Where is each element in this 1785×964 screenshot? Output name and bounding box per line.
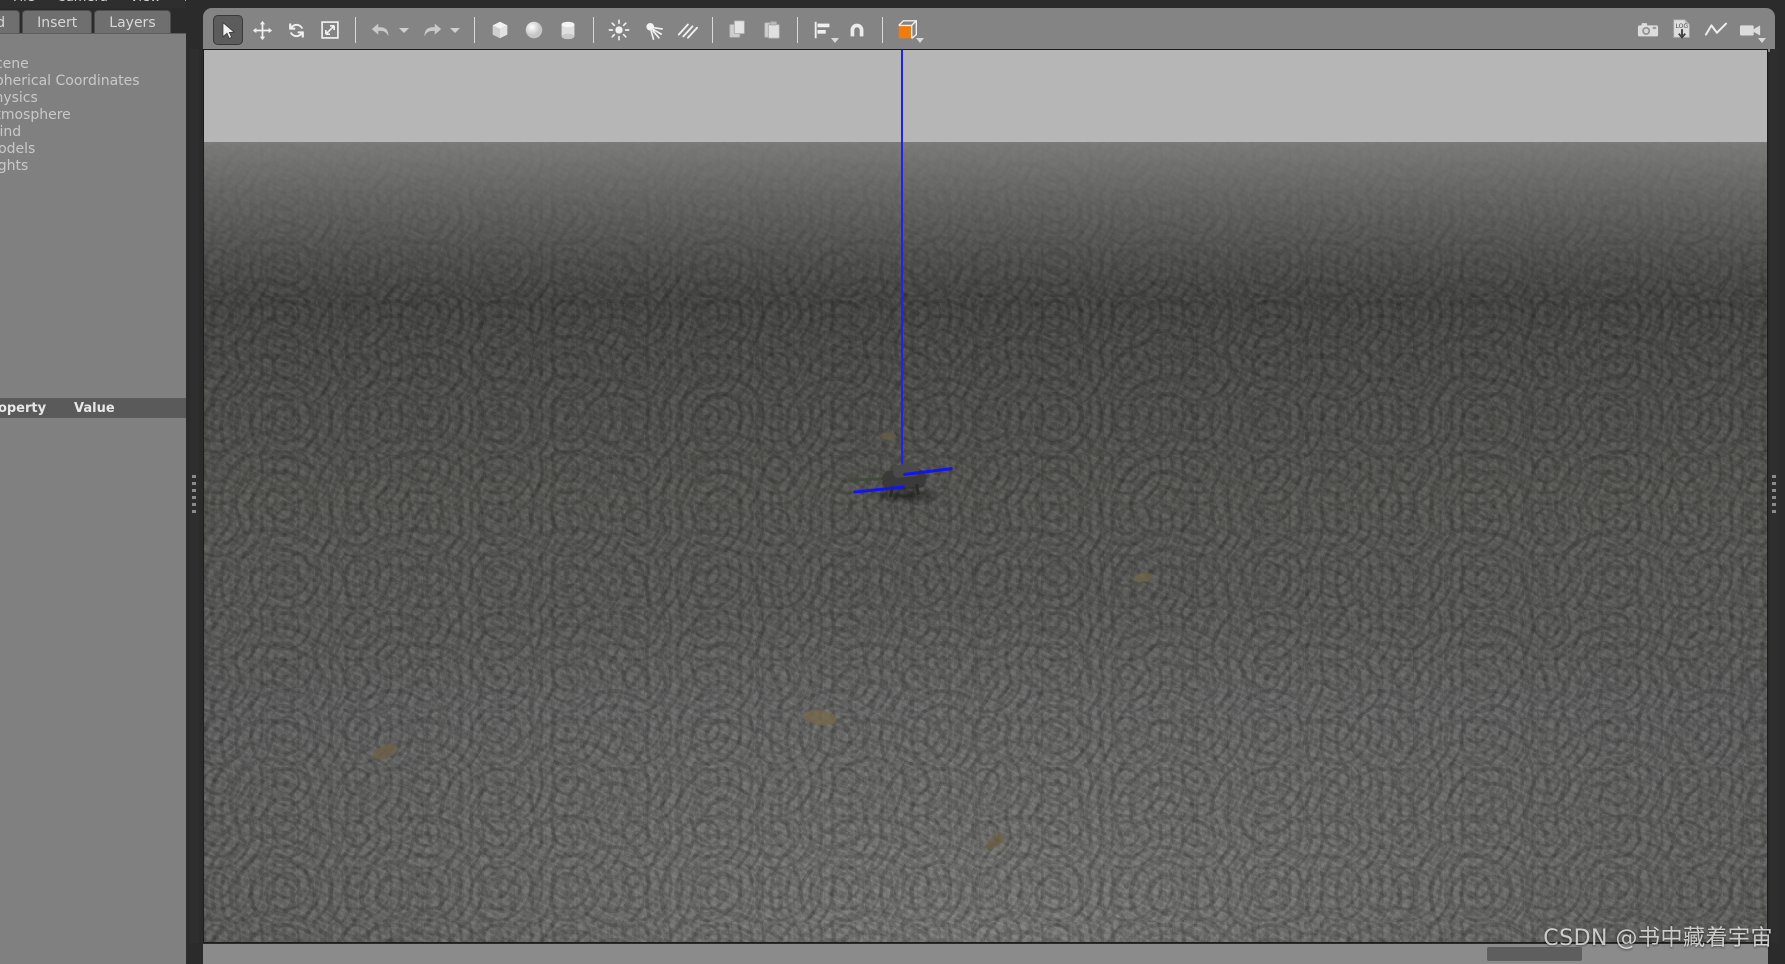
column-header-value[interactable]: Value <box>74 401 174 416</box>
scale-icon[interactable] <box>315 15 345 45</box>
gazebo-main-window: File Camera View Window Help World Inser… <box>0 0 1785 964</box>
tree-item-lights[interactable]: Lights <box>0 158 186 175</box>
point-light-icon[interactable] <box>604 15 634 45</box>
tree-item-atmosphere[interactable]: Atmosphere <box>0 107 186 124</box>
toolbar-separator <box>355 17 356 43</box>
drone-propeller <box>852 485 906 494</box>
tree-item-label: Atmosphere <box>0 107 71 123</box>
3d-scene-viewport[interactable] <box>203 49 1768 943</box>
camera-icon[interactable] <box>1633 15 1663 45</box>
plot-line-icon[interactable] <box>1701 15 1731 45</box>
tree-item-label: Spherical Coordinates <box>0 73 140 89</box>
paste-icon[interactable] <box>757 15 787 45</box>
axis-line <box>901 50 903 470</box>
splitter-grip <box>1772 475 1776 517</box>
tree-item-physics[interactable]: Physics <box>0 90 186 107</box>
magnet-snap-icon[interactable] <box>842 15 872 45</box>
left-panel-tabs: World Insert Layers <box>0 8 186 34</box>
undo-dropdown-caret[interactable] <box>399 27 409 33</box>
tree-item-spherical-coordinates[interactable]: Spherical Coordinates <box>0 73 186 90</box>
video-camera-icon[interactable] <box>1735 15 1766 45</box>
tab-insert[interactable]: Insert <box>22 10 93 34</box>
tree-item-label: Scene <box>0 56 29 72</box>
move-arrows-icon[interactable] <box>247 15 277 45</box>
right-panel-splitter[interactable] <box>1770 49 1779 943</box>
rotate-icon[interactable] <box>281 15 311 45</box>
toolbar-separator <box>593 17 594 43</box>
tab-layers[interactable]: Layers <box>94 10 171 34</box>
tree-item-label: Physics <box>0 90 38 106</box>
undo-arrow-icon[interactable] <box>366 15 396 45</box>
world-tree-panel: Scene Spherical Coordinates Physics Atmo… <box>0 33 186 964</box>
toolbar-inner: LOG <box>203 8 1775 52</box>
toolbar-separator <box>882 17 883 43</box>
sphere-icon[interactable] <box>519 15 549 45</box>
log-download-icon[interactable]: LOG <box>1667 15 1697 45</box>
menu-item-file[interactable]: File <box>2 0 46 8</box>
left-panel-splitter[interactable] <box>190 49 199 943</box>
directional-light-icon[interactable] <box>672 15 702 45</box>
watermark: CSDN @书中藏着宇宙 <box>1543 926 1773 951</box>
cursor-arrow-icon[interactable] <box>213 15 243 45</box>
sky-background <box>204 50 1767 142</box>
main-toolbar: LOG <box>186 0 1785 54</box>
property-table-header: Property Value <box>0 398 186 418</box>
splitter-grip <box>192 475 196 517</box>
tree-item-scene[interactable]: Scene <box>0 56 186 73</box>
tree-item-models[interactable]: Models <box>0 141 186 158</box>
drone-arm <box>848 477 884 482</box>
align-icon[interactable] <box>808 15 839 45</box>
tree-item-wind[interactable]: Wind <box>0 124 186 141</box>
orange-cube-icon[interactable] <box>893 15 924 45</box>
distance-haze <box>204 142 1767 302</box>
spot-light-icon[interactable] <box>638 15 668 45</box>
menu-item-view[interactable]: View <box>119 0 172 8</box>
property-panel-splitter[interactable] <box>60 391 96 406</box>
cylinder-icon[interactable] <box>553 15 583 45</box>
tab-world[interactable]: World <box>0 10 21 34</box>
tree-item-label: Models <box>0 141 36 157</box>
horizontal-scrollbar[interactable] <box>203 944 1768 964</box>
record-dropdown-caret[interactable] <box>1758 38 1766 43</box>
toolbar-separator <box>797 17 798 43</box>
column-header-property[interactable]: Property <box>0 401 56 416</box>
toolbar-separator <box>712 17 713 43</box>
redo-dropdown-caret[interactable] <box>450 27 460 33</box>
menu-item-camera[interactable]: Camera <box>46 0 119 8</box>
redo-arrow-icon[interactable] <box>417 15 447 45</box>
toolbar-separator <box>474 17 475 43</box>
align-dropdown-caret[interactable] <box>831 38 839 43</box>
tree-item-label: Lights <box>0 158 29 174</box>
drone-model[interactable] <box>847 458 957 504</box>
world-tree[interactable]: Scene Spherical Coordinates Physics Atmo… <box>0 56 186 175</box>
property-table-body[interactable] <box>0 418 186 964</box>
box-icon[interactable] <box>485 15 515 45</box>
copy-icon[interactable] <box>723 15 753 45</box>
view-style-dropdown-caret[interactable] <box>916 38 924 43</box>
tree-item-label: Wind <box>0 124 22 140</box>
